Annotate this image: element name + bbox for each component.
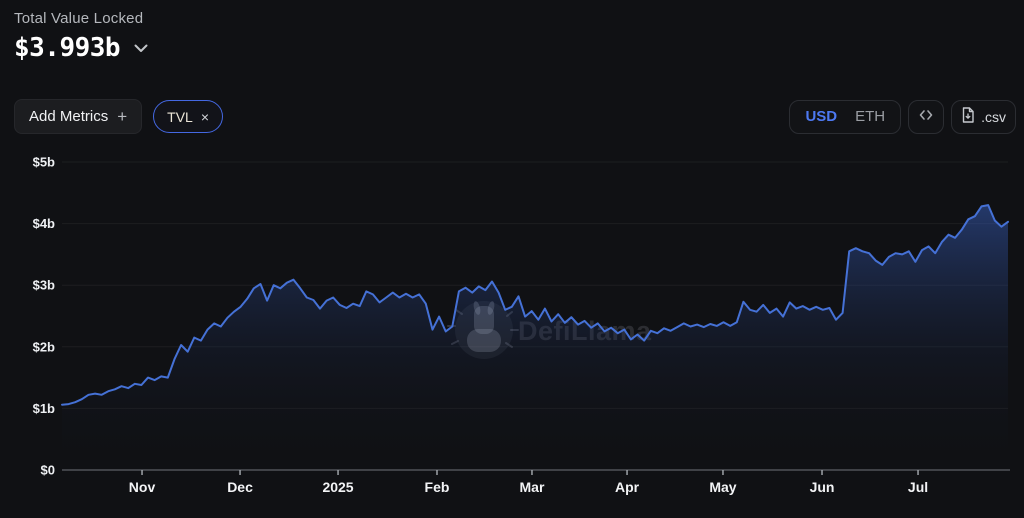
svg-text:Feb: Feb [425,479,450,495]
svg-text:Jul: Jul [908,479,928,495]
currency-toggle: USD ETH [789,100,901,134]
csv-button-label: .csv [981,109,1006,125]
tvl-area-chart[interactable]: DefiLlama $0$1b$2b$3b$4b$5bNovDec2025Feb… [0,148,1024,518]
tvl-series-area [62,205,1008,470]
chevron-down-icon[interactable] [134,44,148,53]
currency-option-eth[interactable]: ETH [846,108,894,125]
chart-axes [62,470,1010,475]
add-metrics-button[interactable]: Add Metrics + [14,99,142,134]
svg-text:Jun: Jun [810,479,835,495]
metric-chip-tvl[interactable]: TVL × [153,100,223,133]
csv-file-icon [961,107,975,126]
svg-text:$1b: $1b [33,401,55,416]
add-metrics-label: Add Metrics [29,108,108,125]
page-title: Total Value Locked [14,10,148,27]
plus-icon: + [117,107,127,127]
svg-text:May: May [709,479,736,495]
chart-toolbar: Add Metrics + TVL × USD ETH .c [0,98,1024,135]
close-icon[interactable]: × [201,109,209,125]
svg-text:$3b: $3b [33,278,55,293]
tvl-value-dropdown[interactable]: $3.993b [14,33,148,63]
svg-text:$4b: $4b [33,216,55,231]
svg-text:2025: 2025 [322,479,353,495]
embed-code-button[interactable] [908,100,944,134]
currency-option-usd[interactable]: USD [796,108,846,125]
svg-text:Mar: Mar [520,479,545,495]
tvl-value: $3.993b [14,33,120,63]
svg-text:$0: $0 [41,463,55,478]
svg-text:Nov: Nov [129,479,156,495]
code-icon [918,108,934,125]
svg-text:$5b: $5b [33,155,55,170]
tvl-header: Total Value Locked $3.993b [14,10,148,63]
metric-chip-label: TVL [167,109,193,125]
svg-text:$2b: $2b [33,339,55,354]
svg-text:Dec: Dec [227,479,253,495]
svg-text:Apr: Apr [615,479,640,495]
download-csv-button[interactable]: .csv [951,100,1016,134]
